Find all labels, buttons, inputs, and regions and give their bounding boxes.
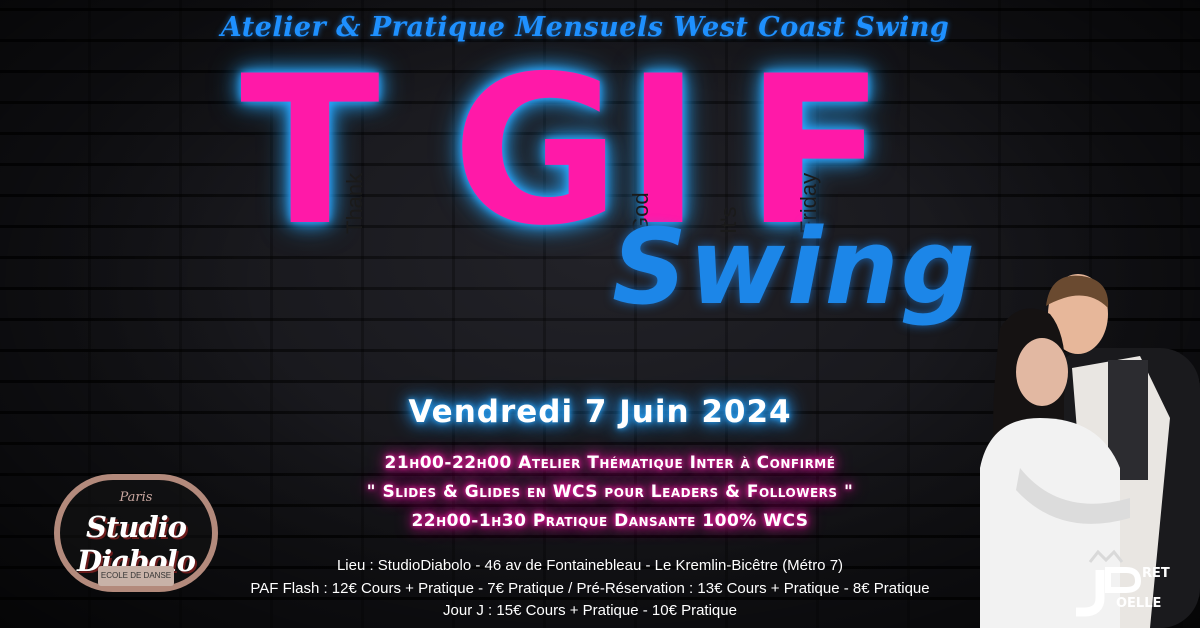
info-prices-day: Jour J : 15€ Cours + Pratique - 10€ Prat… [443,602,737,619]
letter-g: G [452,33,621,271]
brand-top-text: RET [1142,566,1170,581]
info-prices-flash: PAF Flash : 12€ Cours + Pratique - 7€ Pr… [250,580,930,597]
swing-word: Swing [612,206,978,328]
brand-bottom-text: OELLE [1116,596,1162,611]
logo-ribbon: ECOLE DE DANSE [98,566,174,586]
studio-diabolo-logo: Paris Studio Diabolo ECOLE DE DANSE [28,474,244,594]
logo-city: Paris [119,490,153,505]
info-location: Lieu : StudioDiabolo - 46 av de Fontaine… [336,557,844,574]
word-thank: Thank [342,172,367,234]
bret-joelle-logo: RET OELLE [1072,548,1184,620]
